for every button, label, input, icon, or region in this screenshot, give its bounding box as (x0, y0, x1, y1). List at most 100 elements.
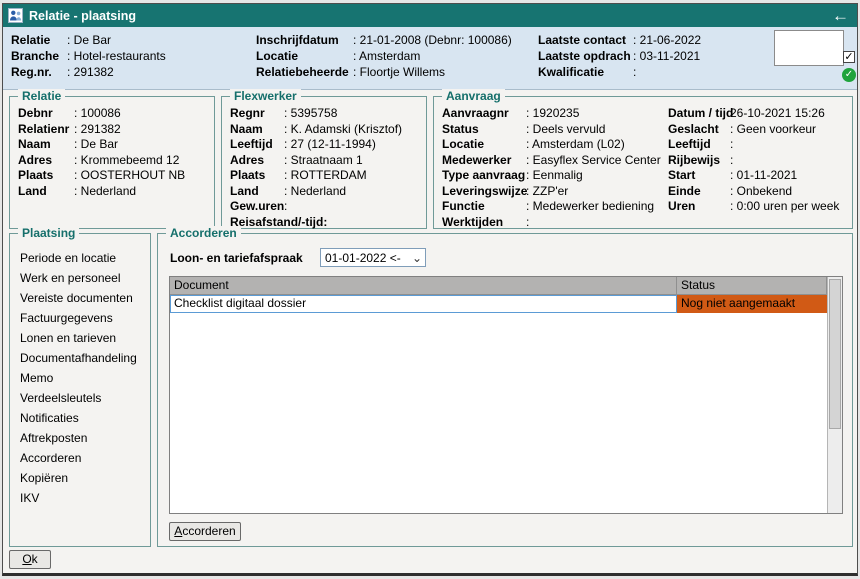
field-value: : Amsterdam (353, 48, 420, 64)
document-cell[interactable]: Checklist digitaal dossier (170, 295, 677, 313)
field-label: Inschrijfdatum (256, 32, 353, 48)
vertical-scrollbar[interactable] (827, 277, 842, 513)
checkbox-checked[interactable]: ✓ (843, 51, 855, 63)
column-header-document[interactable]: Document (170, 277, 677, 295)
field-label: Rijbewijs (668, 153, 730, 169)
field-value: : (526, 215, 529, 231)
window-title: Relatie - plaatsing (29, 9, 136, 23)
field-value: : (633, 64, 636, 80)
plaatsing-menu-item-factuurgegevens[interactable]: Factuurgegevens (10, 308, 150, 328)
field-label: Datum / tijd (668, 106, 730, 122)
field-value: : 27 (12-11-1994) (284, 137, 376, 153)
groupbox-accorderen-title: Accorderen (166, 226, 241, 240)
photo-placeholder (774, 30, 844, 66)
field-label: Aanvraagnr (442, 106, 526, 122)
plaatsing-menu-item-verdeelsleutels[interactable]: Verdeelsleutels (10, 388, 150, 408)
field-label: Werktijden (442, 215, 526, 231)
column-header-status[interactable]: Status (677, 277, 827, 295)
field-value: : Onbekend (730, 184, 792, 200)
field-label: Branche (11, 48, 67, 64)
field-label: Status (442, 122, 526, 138)
field-value: : (730, 137, 733, 153)
ok-button[interactable]: Ok (9, 550, 51, 569)
field-label: Functie (442, 199, 526, 215)
field-value: 26-10-2021 15:26 (730, 106, 825, 122)
field-value: : 0:00 uren per week (730, 199, 839, 215)
plaatsing-menu-item-notificaties[interactable]: Notificaties (10, 408, 150, 428)
groupbox-aanvraag: Aanvraag Aanvraagnr: 1920235 Status: Dee… (433, 96, 853, 229)
field-value: : ZZP'er (526, 184, 568, 200)
groupbox-flexwerker: Flexwerker Regnr: 5395758 Naam: K. Adams… (221, 96, 427, 229)
table-row[interactable]: Checklist digitaal dossier Nog niet aang… (170, 295, 842, 313)
relation-summary-header: Relatie: De Bar Branche: Hotel-restauran… (3, 27, 857, 90)
header-column-3: Laatste contact: 21-06-2022 Laatste opdr… (538, 32, 701, 80)
field-value: : ROTTERDAM (284, 168, 367, 184)
field-label: Leeftijd (668, 137, 730, 153)
plaatsing-menu-item-ikv[interactable]: IKV (10, 488, 150, 508)
field-label: Land (18, 184, 74, 200)
field-value: : Deels vervuld (526, 122, 605, 138)
field-value: : (284, 199, 287, 215)
field-value: : Floortje Willems (353, 64, 445, 80)
field-label: Laatste contact (538, 32, 633, 48)
field-label: Locatie (442, 137, 526, 153)
field-label: Relatiebeheerde (256, 64, 353, 80)
field-value: : 291382 (67, 64, 114, 80)
plaatsing-menu-item-kopieren[interactable]: Kopiëren (10, 468, 150, 488)
groupbox-relatie: Relatie Debnr: 100086 Relatienr: 291382 … (9, 96, 215, 229)
plaatsing-menu-item-memo[interactable]: Memo (10, 368, 150, 388)
accorderen-button[interactable]: Accorderen (169, 522, 241, 541)
field-label: Adres (230, 153, 284, 169)
groupbox-aanvraag-title: Aanvraag (442, 89, 505, 103)
field-label: Relatienr (18, 122, 74, 138)
field-label: Adres (18, 153, 74, 169)
field-value: : (730, 153, 733, 169)
field-value: : Easyflex Service Center (526, 153, 661, 169)
status-cell: Nog niet aangemaakt (677, 295, 827, 313)
field-value: : 21-06-2022 (633, 32, 701, 48)
plaatsing-menu-item-lonen-en-tarieven[interactable]: Lonen en tarieven (10, 328, 150, 348)
field-value: : Eenmalig (526, 168, 583, 184)
groupbox-relatie-title: Relatie (18, 89, 65, 103)
plaatsing-menu-item-accorderen[interactable]: Accorderen (10, 448, 150, 468)
field-value: : Geen voorkeur (730, 122, 816, 138)
field-value: : Medewerker bediening (526, 199, 654, 215)
plaatsing-menu-item-werk-en-personeel[interactable]: Werk en personeel (10, 268, 150, 288)
field-value: : Straatnaam 1 (284, 153, 363, 169)
plaatsing-menu-item-documentafhandeling[interactable]: Documentafhandeling (10, 348, 150, 368)
field-label: Reisafstand/-tijd: (230, 215, 327, 231)
groupbox-accorderen: Accorderen Loon- en tariefafspraak 01-01… (157, 233, 853, 547)
loon-tariefafspraak-label: Loon- en tariefafspraak (170, 251, 320, 265)
groupbox-flexwerker-title: Flexwerker (230, 89, 301, 103)
field-value: : Krommebeemd 12 (74, 153, 179, 169)
field-label: Geslacht (668, 122, 730, 138)
field-label: Plaats (230, 168, 284, 184)
field-value: : Nederland (284, 184, 346, 200)
field-label: Locatie (256, 48, 353, 64)
field-label: Start (668, 168, 730, 184)
field-label: Uren (668, 199, 730, 215)
field-label: Regnr (230, 106, 284, 122)
status-ok-icon: ✓ (842, 68, 856, 82)
field-label: Relatie (11, 32, 67, 48)
field-value: : 01-11-2021 (730, 168, 797, 184)
back-arrow-button[interactable]: ← (832, 7, 849, 24)
loon-tariefafspraak-dropdown[interactable]: 01-01-2022 <- ⌄ (320, 248, 426, 267)
relatie-icon (8, 8, 23, 23)
field-label: Leeftijd (230, 137, 284, 153)
main-area: Relatie Debnr: 100086 Relatienr: 291382 … (3, 90, 857, 573)
field-label: Type aanvraag (442, 168, 526, 184)
plaatsing-menu-item-periode-en-locatie[interactable]: Periode en locatie (10, 248, 150, 268)
field-value: : 21-01-2008 (Debnr: 100086) (353, 32, 512, 48)
field-label: Gew.uren (230, 199, 284, 215)
scrollbar-thumb[interactable] (829, 279, 841, 429)
field-value: : Amsterdam (L02) (526, 137, 625, 153)
plaatsing-menu-item-aftrekposten[interactable]: Aftrekposten (10, 428, 150, 448)
field-value: : 5395758 (284, 106, 337, 122)
field-value: : OOSTERHOUT NB (74, 168, 185, 184)
plaatsing-menu-item-vereiste-documenten[interactable]: Vereiste documenten (10, 288, 150, 308)
field-label: Debnr (18, 106, 74, 122)
field-label: Medewerker (442, 153, 526, 169)
field-value: : Nederland (74, 184, 136, 200)
table-header-row: Document Status (170, 277, 842, 295)
